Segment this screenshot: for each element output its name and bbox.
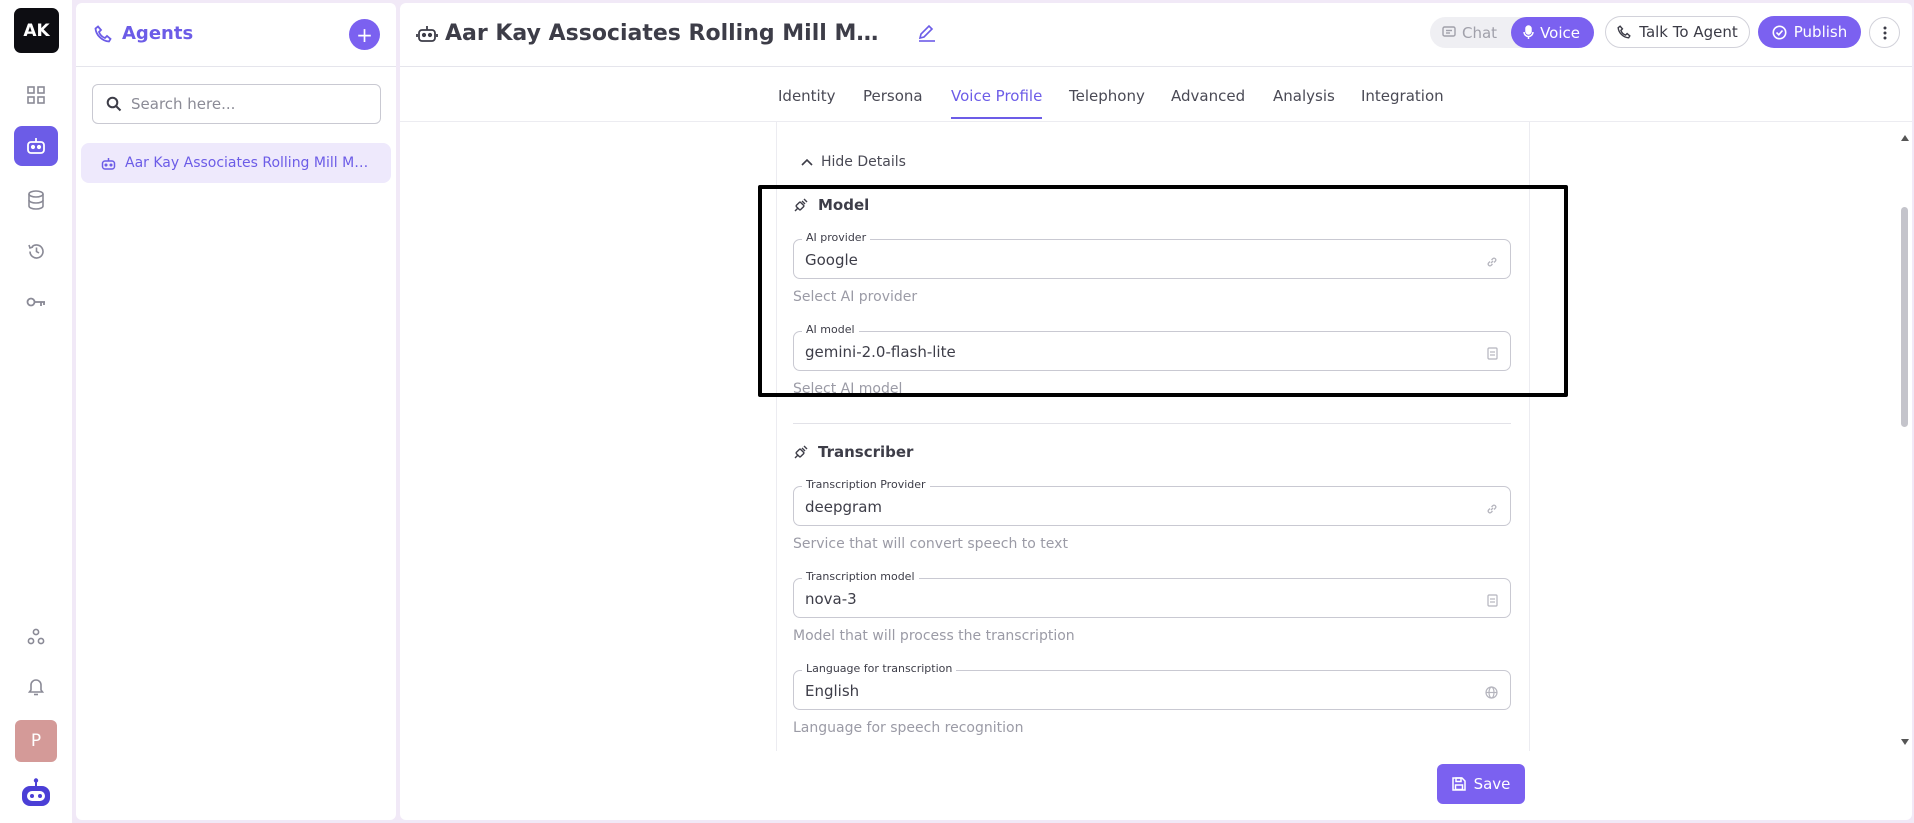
- more-options-button[interactable]: [1869, 17, 1900, 48]
- publish-button[interactable]: Publish: [1758, 16, 1861, 48]
- publish-label: Publish: [1793, 23, 1848, 41]
- edit-title-icon[interactable]: [917, 24, 937, 46]
- agent-list-item[interactable]: Aar Kay Associates Rolling Mill Machiner…: [81, 143, 391, 183]
- agent-search: [92, 84, 381, 124]
- ai-provider-value: Google: [805, 251, 858, 269]
- transcription-language-value: English: [805, 682, 860, 700]
- transcriber-section-title: Transcriber: [793, 443, 913, 461]
- save-icon: [1451, 777, 1466, 791]
- transcription-language-label: Language for transcription: [802, 662, 957, 675]
- history-icon[interactable]: [14, 231, 58, 271]
- transcription-provider-helper: Service that will convert speech to text: [793, 536, 1068, 552]
- hide-details-toggle[interactable]: Hide Details: [801, 154, 906, 170]
- agents-icon[interactable]: [14, 126, 58, 166]
- ai-model-helper: Select AI model: [793, 381, 903, 397]
- scroll-thumb[interactable]: [1901, 207, 1908, 427]
- transcription-provider-label: Transcription Provider: [802, 478, 930, 491]
- phone-icon: [1617, 25, 1632, 39]
- tab-persona[interactable]: Persona: [863, 87, 923, 105]
- plug-icon: [794, 198, 808, 211]
- talk-to-agent-label: Talk To Agent: [1639, 23, 1738, 41]
- transcription-language-field[interactable]: Language for transcription English: [793, 662, 1511, 710]
- save-button[interactable]: Save: [1437, 764, 1525, 804]
- tab-bar: Identity Persona Voice Profile Telephony…: [400, 67, 1912, 122]
- workspace-logo[interactable]: AK: [14, 8, 59, 53]
- model-title: Model: [818, 196, 870, 214]
- transcription-provider-field[interactable]: Transcription Provider deepgram: [793, 478, 1511, 526]
- tab-telephony[interactable]: Telephony: [1069, 87, 1145, 105]
- transcription-model-label: Transcription model: [802, 570, 919, 583]
- check-circle-icon: [1772, 25, 1787, 39]
- document-icon: [1487, 345, 1498, 364]
- bell-icon[interactable]: [14, 666, 58, 706]
- scrollbar[interactable]: [1898, 121, 1912, 751]
- section-divider: [793, 423, 1511, 424]
- dashboard-icon[interactable]: [14, 75, 58, 115]
- talk-to-agent-button[interactable]: Talk To Agent: [1605, 16, 1750, 48]
- globe-icon: [1485, 684, 1498, 703]
- user-avatar[interactable]: P: [15, 720, 57, 762]
- left-rail: AK P: [0, 0, 72, 823]
- transcriber-title: Transcriber: [818, 443, 914, 461]
- chat-label: Chat: [1462, 23, 1498, 42]
- key-icon[interactable]: [14, 282, 58, 322]
- transcription-provider-value: deepgram: [805, 498, 882, 516]
- assistant-bot-icon[interactable]: [19, 778, 53, 812]
- transcription-model-value: nova-3: [805, 590, 857, 608]
- transcription-model-field[interactable]: Transcription model nova-3: [793, 570, 1511, 618]
- save-label: Save: [1473, 775, 1511, 793]
- scroll-down-arrow[interactable]: [1901, 739, 1909, 745]
- kebab-icon: [1883, 26, 1886, 39]
- phone-icon: [94, 25, 112, 47]
- search-icon: [106, 96, 122, 116]
- voice-label: Voice: [1540, 23, 1580, 42]
- link-icon: [1486, 500, 1498, 519]
- chat-mode-button[interactable]: Chat: [1430, 17, 1511, 48]
- tab-identity[interactable]: Identity: [778, 87, 836, 105]
- tab-advanced[interactable]: Advanced: [1171, 87, 1245, 105]
- transcription-language-helper: Language for speech recognition: [793, 720, 1024, 736]
- robot-icon: [101, 156, 116, 175]
- ai-provider-helper: Select AI provider: [793, 289, 918, 305]
- voice-profile-card: Hide Details Model AI provider Google Se…: [776, 121, 1530, 751]
- agents-panel: Agents + Aar Kay Associates Rolling Mill…: [76, 3, 396, 820]
- transcription-model-helper: Model that will process the transcriptio…: [793, 628, 1075, 644]
- integrations-icon[interactable]: [14, 617, 58, 657]
- ai-provider-label: AI provider: [802, 231, 871, 244]
- agent-title: Aar Kay Associates Rolling Mill Machiner…: [445, 21, 885, 46]
- agents-title: Agents: [122, 23, 194, 44]
- link-icon: [1486, 253, 1498, 272]
- tab-integration[interactable]: Integration: [1361, 87, 1444, 105]
- plug-icon: [794, 445, 808, 458]
- mic-icon: [1523, 25, 1534, 39]
- main-panel: Aar Kay Associates Rolling Mill Machiner…: [400, 3, 1912, 820]
- mode-toggle: Chat Voice: [1430, 17, 1594, 48]
- top-bar: Aar Kay Associates Rolling Mill Machiner…: [400, 3, 1912, 67]
- voice-mode-button[interactable]: Voice: [1511, 17, 1594, 48]
- search-input[interactable]: [131, 95, 371, 113]
- chat-icon: [1442, 26, 1456, 37]
- robot-icon: [416, 24, 438, 48]
- scroll-up-arrow[interactable]: [1901, 135, 1909, 141]
- agents-panel-header: Agents +: [76, 3, 396, 67]
- add-agent-button[interactable]: +: [349, 19, 380, 50]
- tab-analysis[interactable]: Analysis: [1273, 87, 1335, 105]
- ai-model-field[interactable]: AI model gemini-2.0-flash-lite: [793, 323, 1511, 371]
- chevron-up-icon: [801, 158, 813, 166]
- database-icon[interactable]: [14, 180, 58, 220]
- ai-provider-field[interactable]: AI provider Google: [793, 231, 1511, 279]
- hide-details-label: Hide Details: [821, 154, 906, 170]
- ai-model-value: gemini-2.0-flash-lite: [805, 343, 956, 361]
- document-icon: [1487, 592, 1498, 611]
- model-section-title: Model: [793, 196, 869, 214]
- ai-model-label: AI model: [802, 323, 859, 336]
- agent-list-item-label: Aar Kay Associates Rolling Mill Machiner…: [125, 155, 375, 171]
- tab-voice-profile[interactable]: Voice Profile: [951, 87, 1043, 119]
